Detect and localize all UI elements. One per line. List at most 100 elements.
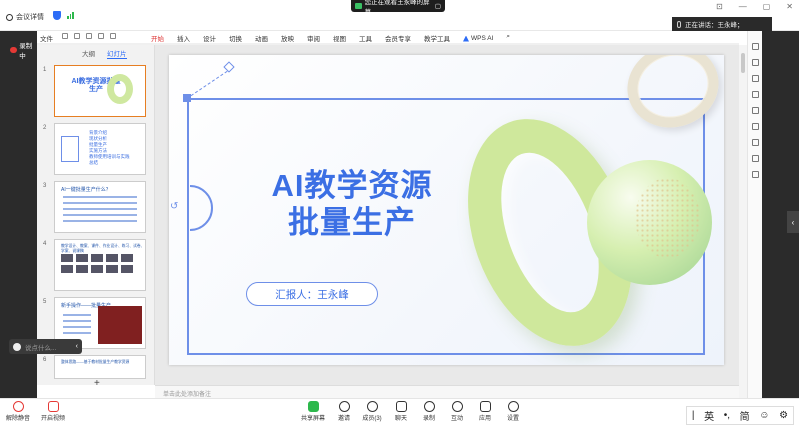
- notes-field[interactable]: 单击此处添加备注: [155, 385, 739, 398]
- edit-icon[interactable]: [752, 107, 759, 114]
- slide-title-line2: 批量生产: [288, 205, 416, 240]
- print-icon[interactable]: [74, 33, 80, 39]
- plus-icon[interactable]: [752, 59, 759, 66]
- pin-icon[interactable]: ⊡: [716, 2, 723, 11]
- gift-icon[interactable]: [752, 171, 759, 178]
- slide-thumbnail-1[interactable]: AI教学资源批量生产: [54, 65, 146, 117]
- chat-input[interactable]: 说点什么... ‹: [9, 339, 82, 354]
- thumb-ring-graphic: [107, 74, 133, 104]
- record-icon: [423, 401, 435, 412]
- slide-thumbnail-4[interactable]: 教学设计、教案、课件、作业设计、练习、试卷、学案、说课稿: [54, 239, 146, 291]
- more-icon[interactable]: [110, 33, 116, 39]
- shape-icon[interactable]: [752, 75, 759, 82]
- share-screen-button[interactable]: 共享屏幕: [298, 401, 328, 422]
- slide-thumbnail-6[interactable]: 整体思路——基于教材批量生产教学资源: [54, 355, 146, 379]
- minimize-icon[interactable]: —: [739, 2, 747, 11]
- chevron-icon: ▢: [434, 3, 441, 10]
- toc-item: 总结: [89, 160, 98, 165]
- interact-label: 互动: [450, 416, 463, 422]
- maximize-icon[interactable]: ▢: [763, 2, 771, 11]
- recording-indicator[interactable]: 录制中: [10, 40, 37, 60]
- members-label: 成员(3): [362, 416, 382, 422]
- settings-button[interactable]: 设置: [498, 401, 528, 422]
- save-icon[interactable]: [62, 33, 68, 39]
- thumb-screenshot: [98, 306, 142, 344]
- panel-icon[interactable]: [752, 43, 759, 50]
- slide-thumbnail-3[interactable]: AI一键批量生产什么？: [54, 181, 146, 233]
- apps-button[interactable]: 应用: [470, 401, 500, 422]
- tab-outline[interactable]: 大纲: [82, 48, 95, 59]
- vertical-scrollbar[interactable]: [739, 45, 747, 398]
- square-decoration: [183, 94, 191, 102]
- add-slide-button[interactable]: +: [94, 378, 100, 389]
- emoji-icon[interactable]: ☺: [759, 410, 769, 421]
- file-menu[interactable]: 文件: [40, 33, 53, 43]
- right-tool-sidebar: [747, 31, 762, 398]
- thumb-number: 6: [43, 357, 47, 363]
- network-signal-icon[interactable]: [67, 12, 74, 19]
- security-shield-icon[interactable]: [53, 11, 61, 20]
- slide-thumbnail-2[interactable]: 背景介绍 现状分析 批量生产 实施方法 教师使用培训与实践 总结: [54, 123, 146, 175]
- meeting-info-label: 会议详情: [16, 14, 44, 21]
- scrollbar-thumb[interactable]: [741, 53, 745, 73]
- chat-label: 聊天: [394, 416, 407, 422]
- undo-icon[interactable]: [86, 33, 92, 39]
- ime-lang-toggle[interactable]: 英: [704, 408, 714, 423]
- recording-label: 录制中: [19, 43, 33, 60]
- close-icon[interactable]: ✕: [786, 2, 793, 11]
- ime-settings-icon[interactable]: ⚙: [779, 410, 788, 421]
- video-off-icon: [47, 401, 59, 412]
- ime-toolbar: | 英 •, 简 ☺ ⚙: [686, 406, 794, 425]
- unmute-button[interactable]: 解除静音: [3, 401, 33, 422]
- gear-icon: [507, 401, 519, 412]
- thumbnail-tabs: 大纲 幻灯片: [82, 48, 127, 59]
- invite-icon: [338, 401, 350, 412]
- share-screen-icon: [307, 401, 319, 412]
- collapse-panel-button[interactable]: ‹: [787, 211, 799, 233]
- members-button[interactable]: 成员(3): [357, 401, 387, 422]
- slide-title-line1: AI教学资源: [271, 168, 433, 203]
- invite-button[interactable]: 邀请: [329, 401, 359, 422]
- record-button[interactable]: 录制: [414, 401, 444, 422]
- punctuation-icon[interactable]: •,: [724, 410, 730, 421]
- interact-button[interactable]: 互动: [442, 401, 472, 422]
- screen-share-icon: [355, 3, 362, 9]
- thumb-number: 1: [43, 67, 47, 73]
- screen-share-banner[interactable]: 您正在观看王永峰的屏幕 ▢: [351, 0, 445, 16]
- ime-mode-toggle[interactable]: 简: [740, 408, 750, 423]
- thumb-toc: 背景介绍 现状分析 批量生产 实施方法 教师使用培训与实践 总结: [89, 130, 130, 166]
- thumb-number: 5: [43, 299, 47, 305]
- meeting-info[interactable]: 会议详情: [6, 12, 44, 22]
- invite-label: 邀请: [337, 416, 350, 422]
- thumb-box-graphic: [61, 136, 79, 162]
- members-icon: [366, 401, 378, 412]
- interact-icon: [451, 401, 463, 412]
- start-video-button[interactable]: 开启视频: [38, 401, 68, 422]
- thumb-number: 2: [43, 125, 47, 131]
- thumb-title: 教学设计、教案、课件、作业设计、练习、试卷、学案、说课稿: [61, 244, 145, 253]
- ime-cursor-icon: |: [691, 410, 695, 421]
- tab-slides[interactable]: 幻灯片: [107, 48, 127, 59]
- share-banner-text: 您正在观看王永峰的屏幕: [364, 0, 430, 16]
- meeting-toolbar: 解除静音 开启视频 共享屏幕 邀请 成员(3) 聊天 录制 互动 应用 设置: [0, 398, 799, 429]
- green-sphere-graphic: [587, 160, 712, 285]
- chat-button[interactable]: 聊天: [386, 401, 416, 422]
- record-label: 录制: [422, 416, 435, 422]
- thumb-title: 整体思路——基于教材批量生产教学资源: [61, 360, 130, 364]
- dashed-line-decoration: [186, 67, 233, 100]
- slide-canvas: ↺ AI教学资源 批量生产 汇报人：王永峰: [155, 45, 739, 385]
- copy-icon[interactable]: [752, 91, 759, 98]
- arrow-decoration: ↺: [170, 201, 179, 212]
- quick-access-toolbar: [62, 33, 116, 39]
- thumb-screenshots: [61, 254, 133, 273]
- share-screen-label: 共享屏幕: [300, 416, 325, 422]
- settings-icon[interactable]: [752, 139, 759, 146]
- thumb-title: AI一键批量生产什么？: [61, 187, 111, 193]
- layout-icon[interactable]: [752, 123, 759, 130]
- collapse-chevron-icon[interactable]: ‹: [76, 343, 78, 350]
- mic-off-icon: [12, 401, 24, 412]
- help-icon[interactable]: [752, 155, 759, 162]
- redo-icon[interactable]: [98, 33, 104, 39]
- slide-1[interactable]: ↺ AI教学资源 批量生产 汇报人：王永峰: [169, 55, 724, 365]
- settings-label: 设置: [506, 416, 519, 422]
